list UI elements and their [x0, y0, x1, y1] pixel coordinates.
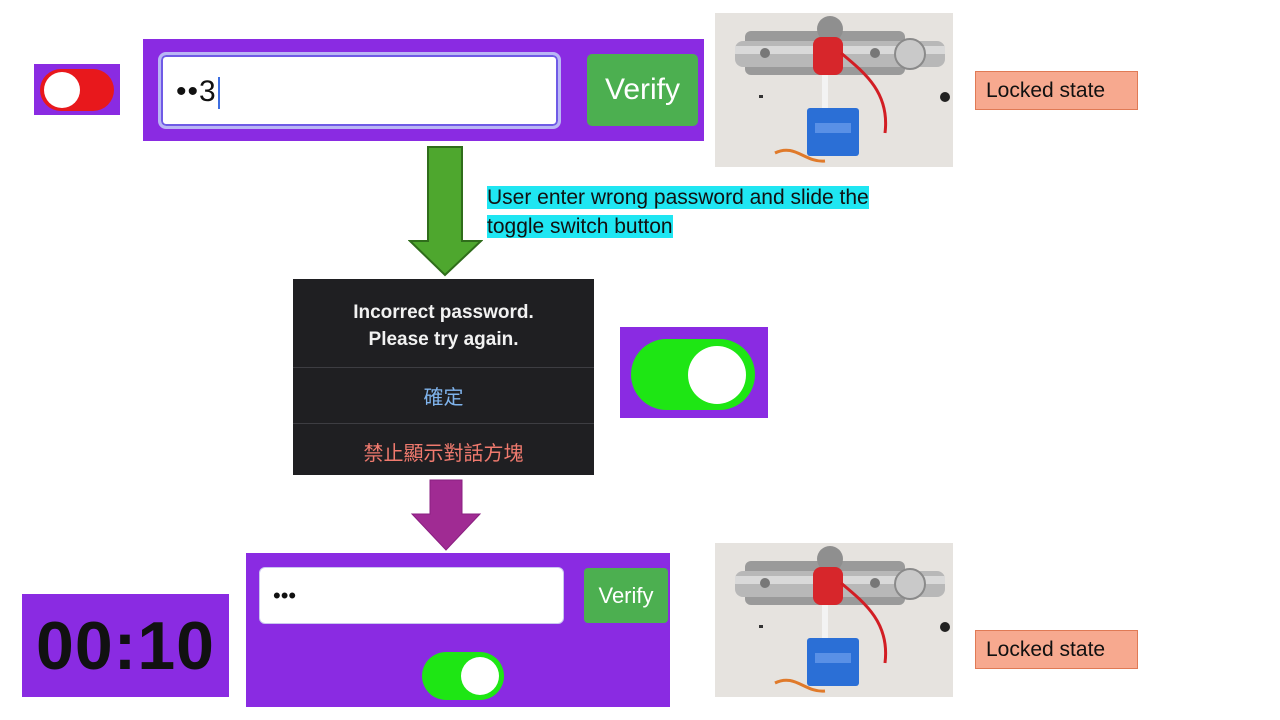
- verify-button-top[interactable]: Verify: [587, 54, 698, 126]
- dialog-confirm-button[interactable]: 確定: [293, 368, 594, 423]
- down-arrow-icon: [408, 146, 483, 277]
- toggle-knob: [688, 346, 746, 404]
- lock-photo-bottom: [715, 543, 953, 697]
- countdown-timer: 00:10: [22, 594, 229, 697]
- toggle-knob: [44, 72, 80, 108]
- state-label-bottom: Locked state: [975, 630, 1138, 669]
- lock-photo-top: [715, 13, 953, 167]
- dialog-message-line2: Please try again.: [368, 329, 519, 350]
- state-label-top: Locked state: [975, 71, 1138, 110]
- verify-button-bottom[interactable]: Verify: [584, 568, 668, 623]
- down-arrow-icon: [410, 479, 482, 551]
- password-input-bottom[interactable]: [259, 567, 564, 624]
- password-value-bottom: •••: [273, 583, 297, 608]
- dialog-message-line1: Incorrect password.: [353, 302, 534, 323]
- dialog-message: Incorrect password. Please try again.: [293, 299, 594, 353]
- text-caret: [217, 77, 220, 110]
- toggle-knob: [461, 657, 499, 695]
- dialog-suppress-button[interactable]: 禁止顯示對話方塊: [293, 424, 594, 479]
- password-value-top: ••3: [176, 70, 220, 114]
- annotation-text: User enter wrong password and slide the …: [487, 186, 869, 238]
